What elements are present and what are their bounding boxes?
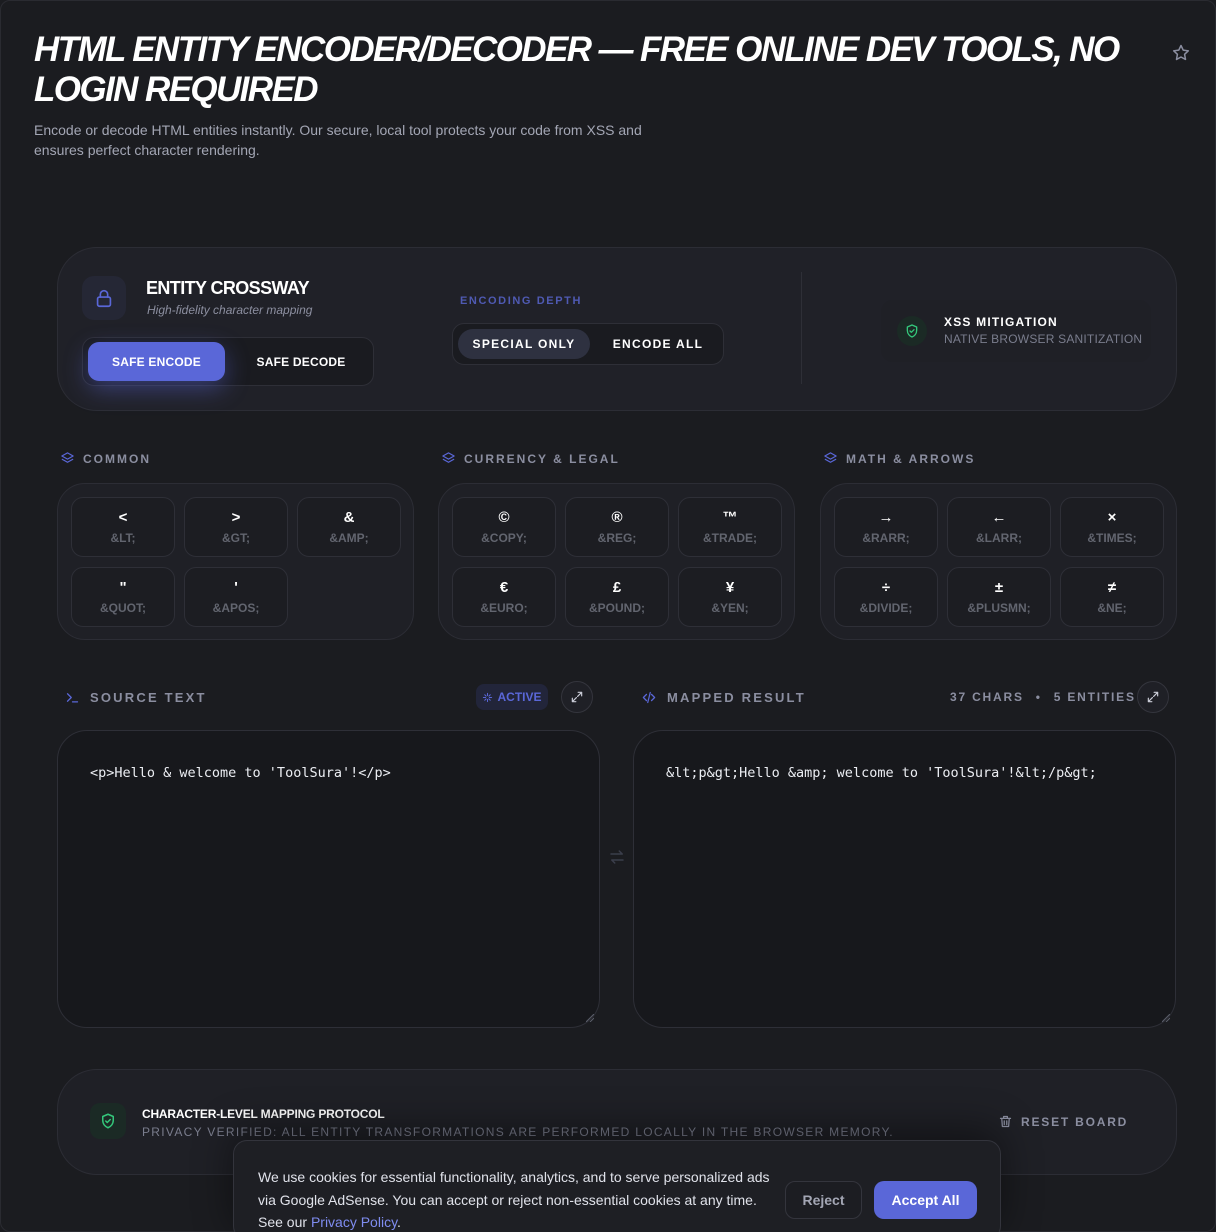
star-icon: [1171, 43, 1191, 63]
stats-separator: •: [1035, 690, 1042, 704]
result-stats: 37 CHARS • 5 ENTITIES: [950, 690, 1136, 704]
entity-button-ne[interactable]: ≠ &NE;: [1060, 567, 1164, 627]
entity-button-rarr[interactable]: → &RARR;: [834, 497, 938, 557]
resize-handle[interactable]: [1162, 1014, 1170, 1022]
safe-decode-button[interactable]: SAFE DECODE: [235, 342, 367, 381]
source-editor: <p>Hello & welcome to 'ToolSura'!</p>: [57, 730, 600, 1028]
xss-mitigation-card: XSS MITIGATION NATIVE BROWSER SANITIZATI…: [881, 300, 1151, 362]
mapped-result-label: MAPPED RESULT: [641, 690, 806, 705]
entity-button-reg[interactable]: ® &REG;: [565, 497, 669, 557]
layers-icon: [441, 451, 456, 466]
code-icon: [641, 690, 657, 705]
result-textarea[interactable]: &lt;p&gt;Hello &amp; welcome to 'ToolSur…: [634, 731, 1175, 1027]
entity-button-larr[interactable]: ← &LARR;: [947, 497, 1051, 557]
protocol-title: CHARACTER-LEVEL MAPPING PROTOCOL: [142, 1107, 385, 1121]
lock-icon: [93, 287, 115, 309]
active-badge: ACTIVE: [476, 684, 548, 710]
xss-title: XSS MITIGATION: [944, 315, 1058, 329]
safe-encode-button[interactable]: SAFE ENCODE: [88, 342, 225, 381]
terminal-icon: [65, 690, 80, 705]
brand-badge: [82, 276, 126, 320]
result-editor: &lt;p&gt;Hello &amp; welcome to 'ToolSur…: [633, 730, 1176, 1028]
reject-cookies-button[interactable]: Reject: [785, 1181, 862, 1219]
entity-button-trade[interactable]: ™ &TRADE;: [678, 497, 782, 557]
entity-button-times[interactable]: × &TIMES;: [1060, 497, 1164, 557]
favorite-button[interactable]: [1168, 40, 1194, 66]
char-count: 37 CHARS: [950, 690, 1024, 704]
result-expand-button[interactable]: [1137, 681, 1169, 713]
swap-icon: [602, 840, 632, 874]
reset-board-button[interactable]: RESET BOARD: [998, 1114, 1128, 1129]
entity-button-lt[interactable]: < &LT;: [71, 497, 175, 557]
entity-button-yen[interactable]: ¥ &YEN;: [678, 567, 782, 627]
entity-button-apos[interactable]: ' &APOS;: [184, 567, 288, 627]
encode-all-button[interactable]: ENCODE ALL: [597, 329, 719, 359]
entity-button-euro[interactable]: € &EURO;: [452, 567, 556, 627]
expand-icon: [1146, 690, 1160, 704]
brand-tagline: High-fidelity character mapping: [147, 303, 313, 317]
shield-check-icon: [90, 1103, 126, 1139]
category-label-math: MATH & ARROWS: [823, 451, 975, 466]
control-panel: ENTITY CROSSWAY High-fidelity character …: [57, 247, 1177, 411]
trash-icon: [998, 1114, 1013, 1129]
page-title: HTML ENTITY ENCODER/DECODER — FREE ONLIN…: [34, 30, 1120, 109]
source-expand-button[interactable]: [561, 681, 593, 713]
category-label-common: COMMON: [60, 451, 151, 466]
encoding-depth-toggle: SPECIAL ONLY ENCODE ALL: [452, 323, 724, 365]
panel-divider: [801, 272, 802, 384]
encoding-depth-label: ENCODING DEPTH: [460, 295, 583, 307]
source-textarea[interactable]: <p>Hello & welcome to 'ToolSura'!</p>: [58, 731, 599, 1027]
entity-count: 5 ENTITIES: [1053, 690, 1136, 704]
page-subtitle: Encode or decode HTML entities instantly…: [34, 122, 642, 158]
entity-button-divide[interactable]: ÷ &DIVIDE;: [834, 567, 938, 627]
xss-subtitle: NATIVE BROWSER SANITIZATION: [944, 332, 1143, 346]
category-card-math: → &RARR; ← &LARR; × &TIMES; ÷ &DIVIDE; ±…: [820, 483, 1177, 640]
brand-name: ENTITY CROSSWAY: [146, 278, 310, 298]
entity-button-gt[interactable]: > &GT;: [184, 497, 288, 557]
entity-button-pound[interactable]: £ &POUND;: [565, 567, 669, 627]
category-label-currency: CURRENCY & LEGAL: [441, 451, 620, 466]
expand-icon: [570, 690, 584, 704]
entity-button-plusmn[interactable]: ± &PLUSMN;: [947, 567, 1051, 627]
accept-all-button[interactable]: Accept All: [874, 1181, 977, 1219]
layers-icon: [60, 451, 75, 466]
protocol-subtitle: PRIVACY VERIFIED: ALL ENTITY TRANSFORMAT…: [142, 1125, 894, 1139]
special-only-button[interactable]: SPECIAL ONLY: [458, 329, 590, 359]
source-text-label: SOURCE TEXT: [65, 690, 207, 705]
mode-toggle: SAFE ENCODE SAFE DECODE: [82, 337, 374, 386]
entity-button-amp[interactable]: & &AMP;: [297, 497, 401, 557]
category-card-common: < &LT; > &GT; & &AMP; " &QUOT; ' &APOS;: [57, 483, 414, 640]
entity-button-quot[interactable]: " &QUOT;: [71, 567, 175, 627]
cookie-banner: We use cookies for essential functionali…: [233, 1140, 1001, 1232]
layers-icon: [823, 451, 838, 466]
category-card-currency: © &COPY; ® &REG; ™ &TRADE; € &EURO; £ &P…: [438, 483, 795, 640]
shield-check-icon: [897, 316, 927, 346]
privacy-policy-link[interactable]: Privacy Policy: [311, 1214, 397, 1230]
entity-button-copy[interactable]: © &COPY;: [452, 497, 556, 557]
cookie-text: We use cookies for essential functionali…: [258, 1169, 770, 1230]
resize-handle[interactable]: [586, 1014, 594, 1022]
sparkle-icon: [482, 692, 493, 703]
